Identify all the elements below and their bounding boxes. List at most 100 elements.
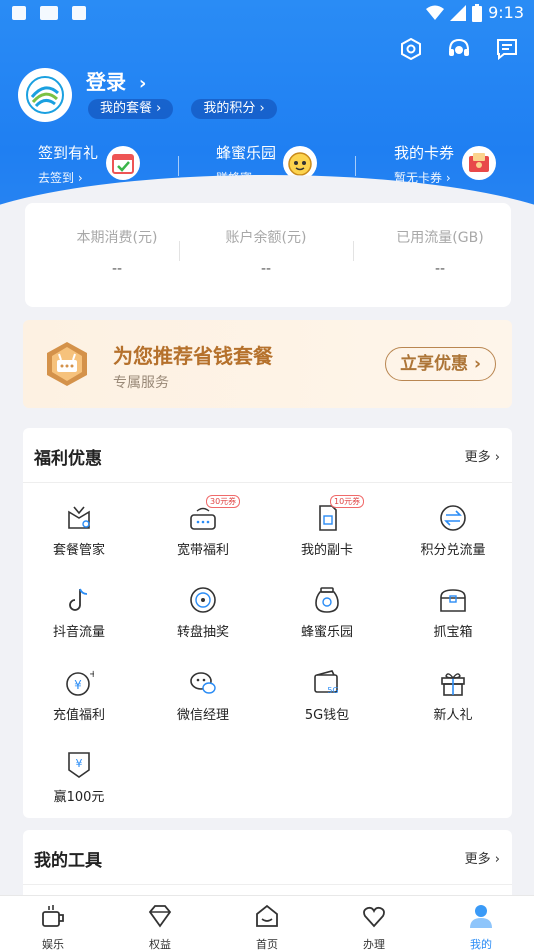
divider: [23, 482, 512, 483]
divider: [178, 156, 179, 176]
welfare-more-link[interactable]: 更多 ›: [465, 446, 500, 465]
settings-icon[interactable]: [398, 36, 424, 62]
customer-service-icon[interactable]: [446, 36, 472, 62]
stat-label: 账户余额(元): [225, 230, 307, 246]
status-bar: 9:13: [0, 0, 534, 28]
battery-icon: [472, 3, 483, 22]
divider: [23, 884, 512, 885]
nav-label: 我的: [470, 938, 492, 950]
login-link[interactable]: 登录 ›: [86, 66, 146, 95]
grid-item-newcomer-gift[interactable]: 新人礼: [403, 668, 503, 723]
bottom-navigation: 娱乐 权益 首页 办理 我的: [0, 895, 534, 950]
grid-item-recharge[interactable]: ¥ + 充值福利: [29, 668, 129, 723]
my-points-button[interactable]: 我的积分 ›: [191, 99, 277, 119]
cup-icon: [42, 905, 64, 927]
grid-item-wechat-manager[interactable]: 微信经理: [153, 668, 253, 723]
wallet-icon: 5G: [312, 668, 342, 698]
claim-offer-label: 立享优惠: [400, 354, 469, 374]
stat-consumption[interactable]: 本期消费(元) --: [37, 227, 197, 277]
nav-services[interactable]: 办理: [334, 902, 414, 950]
login-label: 登录: [86, 70, 126, 94]
tiktok-icon: [64, 585, 94, 615]
chevron-right-icon: ›: [259, 101, 265, 116]
nav-mine[interactable]: 我的: [441, 902, 521, 950]
stat-value: --: [260, 261, 272, 277]
claim-offer-button[interactable]: 立享优惠 ›: [385, 347, 496, 381]
grid-label: 赢100元: [53, 790, 105, 805]
grid-label: 5G钱包: [304, 708, 350, 723]
divider: [353, 241, 354, 261]
stat-label: 本期消费(元): [76, 230, 158, 246]
grid-item-5g-wallet[interactable]: 5G 5G钱包: [277, 668, 377, 723]
my-plan-label: 我的套餐: [100, 101, 153, 116]
calendar-check-icon[interactable]: [106, 146, 140, 180]
my-points-label: 我的积分: [203, 101, 256, 116]
exchange-icon: [438, 503, 468, 533]
grid-item-treasure-box[interactable]: 抓宝箱: [403, 585, 503, 640]
router-badge-icon: [47, 342, 87, 386]
coupon-box-icon[interactable]: [462, 146, 496, 180]
coupon-badge: 30元券: [206, 495, 241, 508]
divider: [179, 241, 180, 261]
grid-item-broadband[interactable]: 30元券 宽带福利: [153, 495, 253, 558]
grid-label: 套餐管家: [52, 543, 105, 558]
grid-label: 蜂蜜乐园: [300, 625, 353, 640]
coupon-badge: 10元券: [330, 495, 365, 508]
tools-more-link[interactable]: 更多 ›: [465, 848, 500, 867]
signal-icon: [450, 4, 467, 21]
tools-title: 我的工具: [34, 851, 102, 871]
nav-label: 娱乐: [42, 938, 64, 950]
divider: [355, 156, 356, 176]
checkin-sub: 去签到: [38, 171, 75, 185]
my-coupons-sub: 暂无卡券: [394, 171, 443, 185]
svg-text:¥: ¥: [74, 678, 82, 692]
stat-label: 已用流量(GB): [396, 230, 484, 246]
bee-mascot-icon[interactable]: [283, 146, 317, 180]
nav-label: 办理: [363, 938, 385, 950]
more-label: 更多: [464, 852, 491, 867]
diamond-icon: [148, 905, 172, 928]
chevron-right-icon: ›: [138, 73, 147, 94]
wechat-icon: [188, 668, 218, 698]
app-notification-icon: [40, 6, 58, 20]
my-coupons-title: 我的卡券: [394, 144, 455, 162]
honey-jar-icon: [312, 585, 342, 615]
chevron-right-icon: ›: [156, 101, 162, 116]
grid-label: 新人礼: [433, 708, 473, 723]
home-icon: [256, 904, 278, 927]
grid-label: 微信经理: [176, 708, 229, 723]
router-icon: 30元券: [188, 495, 241, 533]
nav-label: 权益: [149, 938, 171, 950]
grid-item-win-100[interactable]: ¥ 赢100元: [29, 750, 129, 805]
font-notification-icon: [72, 6, 86, 20]
chevron-right-icon: ›: [494, 852, 500, 867]
nav-home[interactable]: 首页: [227, 902, 307, 950]
nav-benefits[interactable]: 权益: [120, 902, 200, 950]
grid-item-honey-park[interactable]: 蜂蜜乐园: [277, 585, 377, 640]
grid-item-spin-wheel[interactable]: 转盘抽奖: [153, 585, 253, 640]
message-icon[interactable]: [494, 36, 520, 62]
gift-box-icon: [438, 668, 468, 698]
honey-park-entry[interactable]: 蜂蜜乐园 赚蜂蜜 ›: [216, 142, 276, 186]
stat-value: --: [111, 261, 123, 277]
grid-item-plan-manager[interactable]: 套餐管家: [29, 503, 129, 558]
grid-label: 我的副卡: [300, 543, 353, 558]
avatar[interactable]: [18, 68, 72, 122]
grid-label: 充值福利: [52, 708, 105, 723]
nav-entertainment[interactable]: 娱乐: [13, 902, 93, 950]
grid-label: 宽带福利: [176, 543, 229, 558]
my-coupons-entry[interactable]: 我的卡券 暂无卡券 ›: [394, 142, 454, 186]
my-plan-button[interactable]: 我的套餐 ›: [88, 99, 174, 119]
grid-item-sub-card[interactable]: 10元券 我的副卡: [277, 495, 377, 558]
checkin-entry[interactable]: 签到有礼 去签到 ›: [38, 142, 98, 186]
honey-park-sub: 赚蜂蜜: [216, 171, 253, 185]
grid-item-points-exchange[interactable]: 积分兑流量: [403, 503, 503, 558]
grid-label: 转盘抽奖: [176, 625, 229, 640]
heart-icon: [363, 906, 385, 928]
checkin-title: 签到有礼: [38, 144, 99, 162]
stat-data-used[interactable]: 已用流量(GB) --: [360, 227, 520, 277]
recommend-banner[interactable]: 为您推荐省钱套餐 专属服务 立享优惠 ›: [23, 320, 512, 408]
stat-balance[interactable]: 账户余额(元) --: [186, 227, 346, 277]
spin-wheel-icon: [188, 585, 218, 615]
grid-item-douyin-data[interactable]: 抖音流量: [29, 585, 129, 640]
